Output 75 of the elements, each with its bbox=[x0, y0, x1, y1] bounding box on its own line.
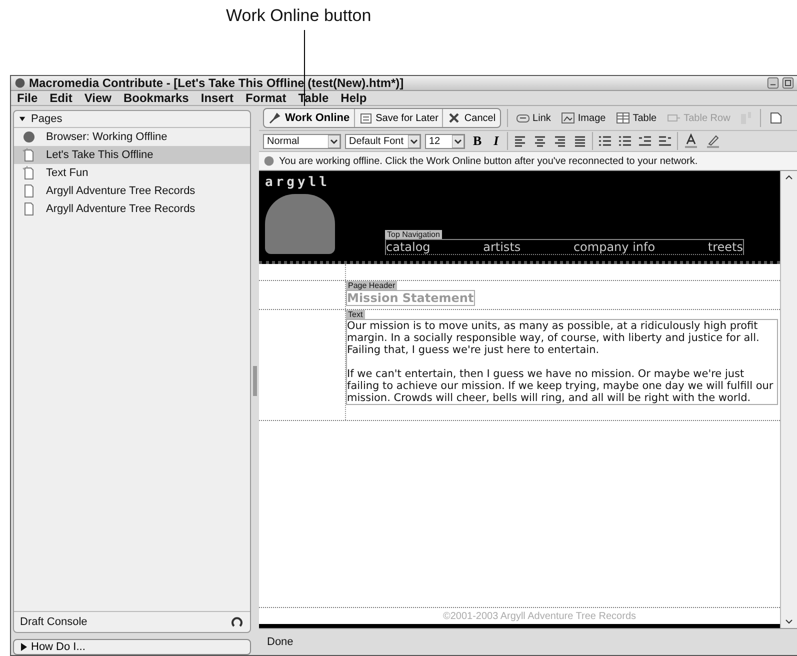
maximize-icon bbox=[782, 77, 794, 89]
table-icon bbox=[616, 111, 630, 125]
dropdown-arrow-icon[interactable] bbox=[452, 134, 464, 148]
font-dropdown[interactable]: Default Font bbox=[345, 134, 421, 148]
menu-item[interactable]: Edit bbox=[50, 91, 72, 105]
document-icon bbox=[22, 148, 36, 162]
nav-link[interactable]: catalog bbox=[386, 240, 430, 254]
scrollbar[interactable] bbox=[780, 171, 797, 628]
menu-item[interactable]: View bbox=[84, 91, 112, 105]
insert-button[interactable]: Table bbox=[614, 109, 659, 127]
numbered-list-button[interactable] bbox=[596, 134, 613, 148]
draft-console-label[interactable]: Draft Console bbox=[20, 616, 88, 628]
minimize-icon bbox=[767, 77, 779, 89]
menu-item[interactable]: Insert bbox=[200, 91, 234, 105]
triangle-right-icon bbox=[20, 643, 28, 651]
page-label: Argyll Adventure Tree Records bbox=[46, 185, 196, 197]
app-logo-icon bbox=[14, 77, 26, 89]
info-message: You are working offline. Click the Work Online button after you've reconnected to your network. bbox=[279, 156, 698, 166]
page-item[interactable]: Argyll Adventure Tree Records bbox=[14, 182, 250, 200]
toolbar-button[interactable]: Cancel bbox=[443, 109, 500, 127]
window-title: Macromedia Contribute - [Let's Take This Offline (test(New).htm*)] bbox=[29, 76, 405, 90]
copyright-text: ©2001-2003 Argyll Adventure Tree Records bbox=[442, 610, 636, 622]
italic-button[interactable]: I bbox=[490, 133, 503, 149]
site-logo: argyll bbox=[265, 175, 331, 190]
nav-link[interactable]: artists bbox=[483, 240, 521, 254]
text-region[interactable] bbox=[346, 319, 778, 405]
page-item[interactable]: Browser: Working Offline bbox=[14, 128, 250, 146]
menu-item[interactable]: Format bbox=[246, 91, 286, 105]
info-icon bbox=[263, 155, 275, 167]
menu-item[interactable]: File bbox=[17, 91, 38, 105]
image-icon bbox=[560, 111, 575, 125]
style-dropdown[interactable]: Normal bbox=[263, 134, 341, 148]
toolbar-button[interactable]: Work Online bbox=[264, 109, 355, 127]
page-item[interactable]: Argyll Adventure Tree Records bbox=[14, 200, 250, 218]
page-label: Text Fun bbox=[46, 167, 88, 179]
document-icon bbox=[22, 202, 36, 216]
nav-link[interactable]: treets bbox=[708, 240, 743, 254]
panel-title: Pages bbox=[31, 113, 62, 125]
outdent-button[interactable] bbox=[636, 134, 653, 148]
page-label: Argyll Adventure Tree Records bbox=[46, 203, 196, 215]
menu-item[interactable]: Bookmarks bbox=[123, 91, 189, 105]
dropdown-arrow-icon[interactable] bbox=[328, 134, 340, 148]
close-icon bbox=[447, 111, 462, 125]
paragraph: Our mission is to move units, as many as possible, at a ridiculously high profit margin. In a socially responsible way, of course, with liberty and justice for all. Failing that, I guess we're just here to entertain. bbox=[347, 320, 760, 356]
pages-panel-header[interactable]: Pages bbox=[14, 111, 250, 128]
toolbar-button[interactable]: Save for Later bbox=[354, 109, 444, 127]
document-icon bbox=[22, 166, 36, 180]
triangle-down-icon bbox=[18, 114, 28, 124]
insert-button[interactable]: Image bbox=[558, 109, 608, 127]
indent-button[interactable] bbox=[656, 134, 673, 148]
status-text: Done bbox=[267, 636, 294, 648]
page-item[interactable]: Let's Take This Offline bbox=[14, 146, 250, 164]
page-label: Let's Take This Offline bbox=[46, 149, 154, 161]
region-tag: Top Navigation bbox=[385, 230, 442, 239]
bullet-list-button[interactable] bbox=[616, 134, 633, 148]
plug-icon bbox=[268, 111, 282, 125]
region-tag: Text bbox=[346, 310, 365, 319]
document-icon bbox=[22, 184, 36, 198]
nav-link[interactable]: company info bbox=[573, 240, 656, 254]
photo-placeholder bbox=[265, 194, 335, 254]
save-icon bbox=[358, 111, 373, 125]
globe-icon bbox=[22, 130, 36, 144]
page-item[interactable]: Text Fun bbox=[14, 164, 250, 182]
dropdown-arrow-icon[interactable] bbox=[408, 134, 420, 148]
paragraph: If we can't entertain, then I guess we have no mission. Or maybe we're just failing to achieve our mission. If we keep trying, maybe one day we will fulfill our mission. Crowds will cheer, bells will ring, and all will be right with the world. bbox=[347, 368, 774, 404]
region-tag: Page Header bbox=[346, 281, 398, 290]
refresh-icon bbox=[230, 615, 244, 629]
splitter-handle[interactable] bbox=[253, 366, 257, 396]
callout-label: Work Online button bbox=[226, 6, 372, 26]
page-label: Browser: Working Offline bbox=[46, 131, 168, 143]
how-do-i-button[interactable]: How Do I... bbox=[13, 639, 251, 655]
bold-button[interactable]: B bbox=[469, 133, 486, 149]
menu-item[interactable]: Help bbox=[340, 91, 367, 105]
size-dropdown[interactable]: 12 bbox=[425, 134, 465, 148]
insert-button[interactable]: Link bbox=[514, 109, 553, 127]
